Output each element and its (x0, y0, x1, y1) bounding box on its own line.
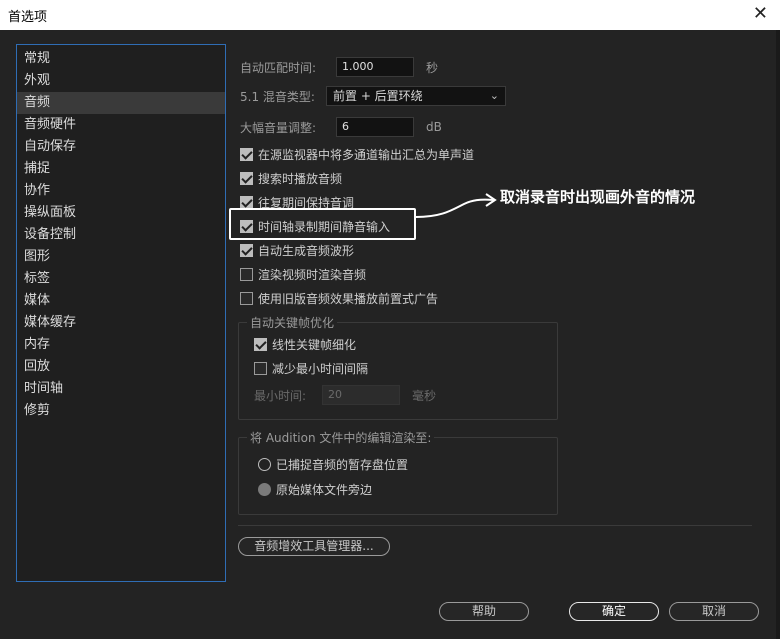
cancel-button[interactable]: 取消 (669, 602, 759, 621)
annotation-text: 取消录音时出现画外音的情况 (500, 188, 696, 206)
volume-unit: dB (426, 120, 442, 134)
keyframe-group-legend: 自动关键帧优化 (247, 314, 338, 331)
close-icon[interactable]: ✕ (753, 4, 768, 24)
sidebar-item-timeline[interactable]: 时间轴 (17, 378, 225, 400)
sidebar-item-appearance[interactable]: 外观 (17, 70, 225, 92)
auto-match-input[interactable]: 1.000 (336, 57, 414, 77)
sidebar-item-labels[interactable]: 标签 (17, 268, 225, 290)
auto-match-label: 自动匹配时间: (240, 60, 317, 75)
title-bar: 首选项 ✕ (0, 0, 780, 30)
sidebar-item-audio[interactable]: 音频 (17, 92, 225, 114)
checkbox-waveform-row[interactable]: 自动生成音频波形 (240, 242, 354, 259)
chevron-down-icon: ⌄ (489, 89, 499, 102)
reduce-interval-label: 减少最小时间间隔 (272, 362, 369, 376)
window-edge (776, 30, 780, 639)
annotation-arrow-icon (415, 193, 497, 218)
min-time-input[interactable]: 20 (322, 385, 400, 405)
checkbox-auto-waveform[interactable] (240, 244, 253, 257)
sidebar-item-playback[interactable]: 回放 (17, 356, 225, 378)
checkbox-waveform-label: 自动生成音频波形 (258, 244, 355, 258)
checkbox-mono-label: 在源监视器中将多通道输出汇总为单声道 (258, 148, 475, 162)
checkbox-legacy-effects[interactable] (240, 292, 253, 305)
sidebar-item-memory[interactable]: 内存 (17, 334, 225, 356)
sidebar-item-media-cache[interactable]: 媒体缓存 (17, 312, 225, 334)
radio-scratch-disk[interactable] (258, 458, 271, 471)
volume-input[interactable]: 6 (336, 117, 414, 137)
audition-group-legend: 将 Audition 文件中的编辑渲染至: (247, 429, 435, 446)
window-title: 首选项 (8, 9, 48, 25)
min-time-label: 最小时间: (254, 388, 307, 403)
sidebar-item-audio-hardware[interactable]: 音频硬件 (17, 114, 225, 136)
checkbox-render-label: 渲染视频时渲染音频 (258, 268, 367, 282)
reduce-interval-row[interactable]: 减少最小时间间隔 (254, 360, 368, 377)
checkbox-legacy-label: 使用旧版音频效果播放前置式广告 (258, 292, 439, 306)
mix-type-value: 前置 + 后置环绕 (333, 89, 423, 103)
checkbox-scrub-label: 搜索时播放音频 (258, 172, 343, 186)
checkbox-scrub-audio[interactable] (240, 172, 253, 185)
annotation-highlight-box (229, 208, 416, 240)
checkbox-legacy-row[interactable]: 使用旧版音频效果播放前置式广告 (240, 290, 438, 307)
checkbox-mono[interactable] (240, 148, 253, 161)
sidebar-item-auto-save[interactable]: 自动保存 (17, 136, 225, 158)
radio-original-media[interactable] (258, 483, 271, 496)
checkbox-render-row[interactable]: 渲染视频时渲染音频 (240, 266, 366, 283)
linear-keyframe-row[interactable]: 线性关键帧细化 (254, 336, 356, 353)
audition-option-original-row[interactable]: 原始媒体文件旁边 (258, 481, 372, 498)
volume-label: 大幅音量调整: (240, 120, 317, 135)
auto-match-row: 自动匹配时间: 1.000 秒 (240, 57, 438, 77)
sidebar-item-general[interactable]: 常规 (17, 48, 225, 70)
checkbox-mono-row[interactable]: 在源监视器中将多通道输出汇总为单声道 (240, 146, 474, 163)
audition-render-group: 将 Audition 文件中的编辑渲染至: (238, 429, 558, 515)
mix-type-select[interactable]: 前置 + 后置环绕 ⌄ (326, 86, 506, 106)
linear-keyframe-label: 线性关键帧细化 (272, 338, 357, 352)
mix-type-label: 5.1 混音类型: (240, 89, 315, 104)
sidebar-item-graphics[interactable]: 图形 (17, 246, 225, 268)
min-time-unit: 毫秒 (412, 388, 437, 403)
radio-original-label: 原始媒体文件旁边 (276, 483, 373, 497)
ok-button[interactable]: 确定 (569, 602, 659, 621)
help-button[interactable]: 帮助 (439, 602, 529, 621)
sidebar-item-media[interactable]: 媒体 (17, 290, 225, 312)
plugin-manager-button[interactable]: 音频增效工具管理器... (238, 537, 390, 556)
divider (238, 525, 752, 526)
min-time-row: 最小时间: 20 毫秒 (254, 385, 436, 405)
sidebar-item-control-surface[interactable]: 操纵面板 (17, 202, 225, 224)
radio-scratch-label: 已捕捉音频的暂存盘位置 (276, 458, 409, 472)
sidebar-item-collaboration[interactable]: 协作 (17, 180, 225, 202)
volume-row: 大幅音量调整: 6 dB (240, 117, 442, 137)
sidebar: 常规 外观 音频 音频硬件 自动保存 捕捉 协作 操纵面板 设备控制 图形 标签… (16, 44, 226, 582)
sidebar-item-capture[interactable]: 捕捉 (17, 158, 225, 180)
checkbox-linear-keyframe[interactable] (254, 338, 267, 351)
sidebar-item-trim[interactable]: 修剪 (17, 400, 225, 422)
checkbox-render-audio[interactable] (240, 268, 253, 281)
mix-type-row: 5.1 混音类型: 前置 + 后置环绕 ⌄ (240, 86, 506, 106)
checkbox-reduce-interval[interactable] (254, 362, 267, 375)
checkbox-scrub-row[interactable]: 搜索时播放音频 (240, 170, 342, 187)
auto-match-unit: 秒 (426, 60, 439, 75)
audition-option-scratch-row[interactable]: 已捕捉音频的暂存盘位置 (258, 456, 408, 473)
sidebar-item-device-control[interactable]: 设备控制 (17, 224, 225, 246)
